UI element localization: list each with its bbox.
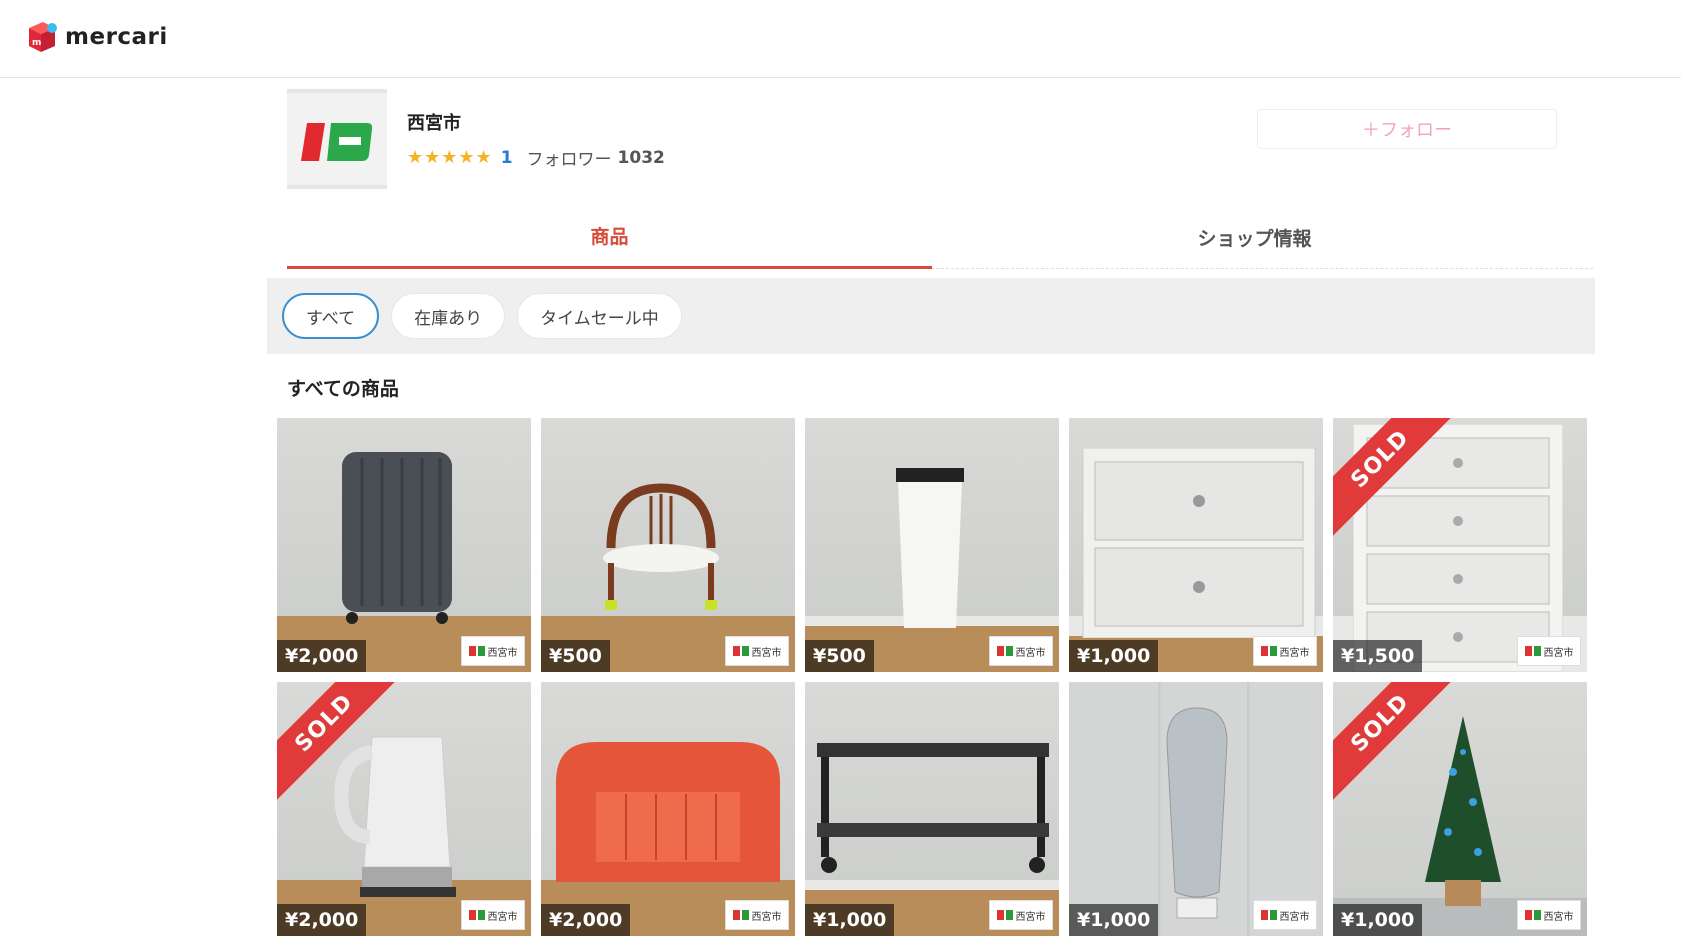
drawer-chest-image	[1082, 448, 1316, 638]
watermark-logo-icon	[996, 646, 1013, 656]
watermark-logo-icon	[996, 910, 1013, 920]
follow-button[interactable]: ＋フォロー	[1257, 109, 1557, 149]
watermark-text: 西宮市	[487, 911, 518, 923]
christmas-tree-image	[1425, 716, 1501, 906]
watermark-text: 西宮市	[1015, 647, 1046, 659]
rating-count-link[interactable]: 1	[501, 148, 513, 168]
watermark-text: 西宮市	[1543, 911, 1574, 923]
seller-watermark: 西宮市	[725, 900, 789, 930]
product-price: ¥1,000	[1333, 904, 1423, 936]
watermark-logo-icon	[1524, 910, 1541, 920]
watermark-text: 西宮市	[1279, 911, 1310, 923]
floor-sofa-image	[556, 742, 780, 882]
product-price: ¥500	[805, 640, 874, 672]
suitcase-image	[342, 452, 452, 624]
product-card[interactable]: 西宮市 ¥1,000	[1069, 418, 1323, 672]
watermark-logo-icon	[468, 910, 485, 920]
product-grid: 西宮市 ¥2,000 西宮市 ¥500 西宮市 ¥500 西宮市 ¥1,000 …	[277, 418, 1587, 936]
watermark-text: 西宮市	[487, 647, 518, 659]
top-bar: m mercari	[0, 0, 1681, 78]
tv-stand-image	[817, 743, 1049, 873]
product-card[interactable]: 西宮市 ¥500	[541, 418, 795, 672]
shop-avatar[interactable]	[287, 89, 387, 189]
followers-count: 1032	[617, 147, 665, 168]
nishinomiya-logo-icon	[301, 123, 373, 161]
product-price: ¥1,000	[805, 904, 895, 936]
watermark-logo-icon	[468, 646, 485, 656]
watermark-text: 西宮市	[1015, 911, 1046, 923]
watermark-text: 西宮市	[1279, 647, 1310, 659]
filter-time-sale-chip[interactable]: タイムセール中	[517, 293, 682, 339]
filter-all-chip[interactable]: すべて	[282, 293, 380, 339]
filter-bar: すべて 在庫あり タイムセール中	[267, 278, 1595, 354]
seller-watermark: 西宮市	[1517, 900, 1581, 930]
product-card[interactable]: SOLD 西宮市 ¥1,500	[1333, 418, 1587, 672]
filter-in-stock-chip[interactable]: 在庫あり	[391, 293, 506, 339]
rating-stars-icon: ★★★★★	[407, 147, 493, 168]
watermark-text: 西宮市	[751, 647, 782, 659]
product-card[interactable]: 西宮市 ¥2,000	[541, 682, 795, 936]
product-price: ¥500	[541, 640, 610, 672]
trash-can-image	[896, 468, 964, 628]
shop-header: 西宮市 ★★★★★ 1 フォロワー 1032 ＋フォロー	[287, 89, 1557, 189]
shop-tabs: 商品 ショップ情報	[287, 205, 1593, 269]
product-price: ¥1,000	[1069, 640, 1159, 672]
mercari-logo[interactable]: m mercari	[25, 20, 168, 54]
ironing-board-image	[1166, 707, 1228, 919]
shop-meta: ★★★★★ 1 フォロワー 1032	[407, 145, 665, 170]
seller-watermark: 西宮市	[1517, 636, 1581, 666]
kettle-image	[334, 736, 456, 897]
watermark-logo-icon	[1260, 910, 1277, 920]
product-price: ¥1,500	[1333, 640, 1423, 672]
shop-name: 西宮市	[407, 113, 461, 134]
section-title: すべての商品	[287, 378, 399, 400]
product-price: ¥2,000	[277, 640, 367, 672]
product-card[interactable]: SOLD 西宮市 ¥1,000	[1333, 682, 1587, 936]
watermark-text: 西宮市	[751, 911, 782, 923]
followers-label: フォロワー	[526, 150, 612, 170]
seller-watermark: 西宮市	[461, 636, 525, 666]
product-card[interactable]: 西宮市 ¥500	[805, 418, 1059, 672]
seller-watermark: 西宮市	[461, 900, 525, 930]
logo-text: mercari	[65, 24, 168, 50]
product-price: ¥1,000	[1069, 904, 1159, 936]
watermark-text: 西宮市	[1543, 647, 1574, 659]
seller-watermark: 西宮市	[725, 636, 789, 666]
product-price: ¥2,000	[277, 904, 367, 936]
product-card[interactable]: 西宮市 ¥2,000	[277, 418, 531, 672]
seller-watermark: 西宮市	[989, 636, 1053, 666]
product-card[interactable]: SOLD 西宮市 ¥2,000	[277, 682, 531, 936]
product-card[interactable]: 西宮市 ¥1,000	[1069, 682, 1323, 936]
product-price: ¥2,000	[541, 904, 631, 936]
watermark-logo-icon	[732, 646, 749, 656]
watermark-logo-icon	[1260, 646, 1277, 656]
product-card[interactable]: 西宮市 ¥1,000	[805, 682, 1059, 936]
watermark-logo-icon	[732, 910, 749, 920]
tab-shop-info[interactable]: ショップ情報	[932, 205, 1577, 269]
tab-products[interactable]: 商品	[287, 205, 932, 269]
svg-text:m: m	[32, 38, 41, 48]
seller-watermark: 西宮市	[1253, 900, 1317, 930]
mercari-box-icon: m	[29, 22, 57, 52]
child-chair-image	[603, 483, 719, 610]
seller-watermark: 西宮市	[989, 900, 1053, 930]
watermark-logo-icon	[1524, 646, 1541, 656]
seller-watermark: 西宮市	[1253, 636, 1317, 666]
